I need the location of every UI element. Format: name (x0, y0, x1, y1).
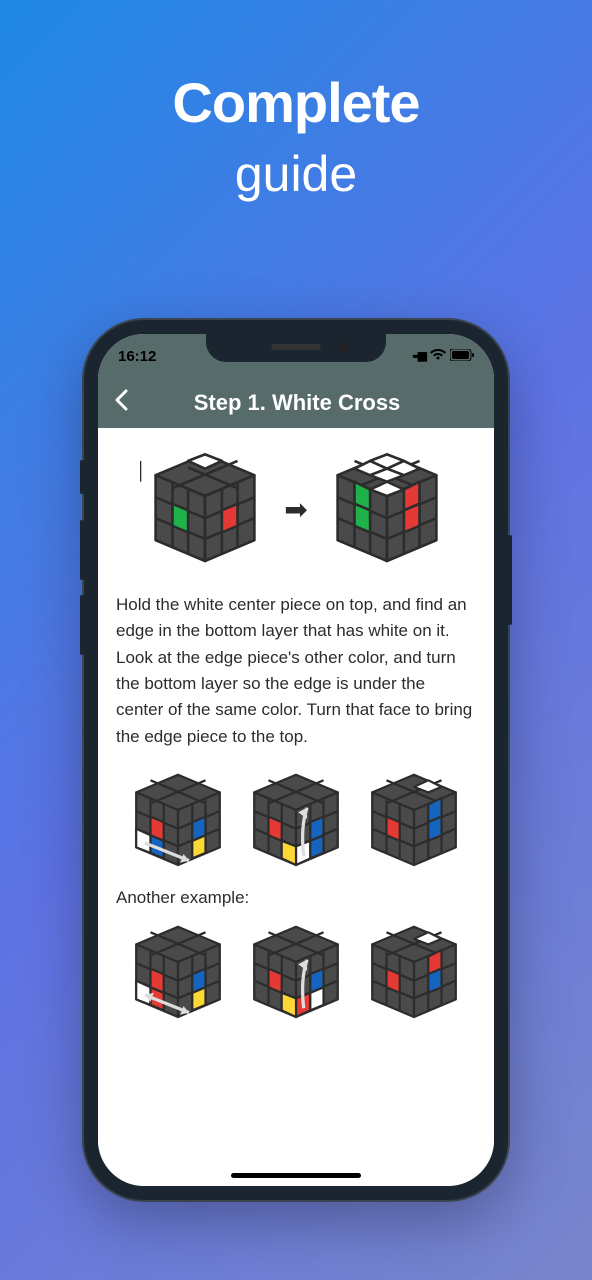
volume-up-button (80, 520, 84, 580)
cube-after-icon (322, 444, 452, 574)
promo-title-light: guide (0, 145, 592, 203)
instruction-text: Hold the white center piece on top, and … (116, 592, 476, 750)
phone-frame: 16:12 ▪▪▮▮ Step 1. White Cross (84, 320, 508, 1200)
cube-example-3-icon (359, 918, 469, 1028)
cube-step-3-icon (359, 766, 469, 876)
cube-example-1-icon (123, 918, 233, 1028)
signal-icon: ▪▪▮▮ (412, 349, 426, 363)
cube-step-1-icon (123, 766, 233, 876)
cube-diagram-row-3 (116, 918, 476, 1028)
home-indicator[interactable] (231, 1173, 361, 1178)
phone-notch (206, 334, 386, 362)
example-label: Another example: (116, 888, 476, 908)
cube-diagram-row-1: ➡ (116, 444, 476, 574)
phone-screen: 16:12 ▪▪▮▮ Step 1. White Cross (98, 334, 494, 1186)
back-button[interactable] (110, 389, 132, 418)
content-area[interactable]: ➡ (98, 428, 494, 1186)
cube-step-2-icon (241, 766, 351, 876)
volume-down-button (80, 595, 84, 655)
cube-before-icon (140, 444, 270, 574)
navigation-bar: Step 1. White Cross (98, 378, 494, 428)
wifi-icon (430, 348, 446, 365)
status-time: 16:12 (118, 348, 156, 365)
arrow-right-icon: ➡ (284, 493, 307, 526)
cube-example-2-icon (241, 918, 351, 1028)
cube-diagram-row-2 (116, 766, 476, 876)
page-title: Step 1. White Cross (142, 390, 452, 416)
power-button (508, 535, 512, 625)
mute-switch (80, 460, 84, 494)
promo-title: Complete guide (0, 0, 592, 203)
promo-title-bold: Complete (0, 70, 592, 135)
battery-icon (450, 348, 474, 365)
